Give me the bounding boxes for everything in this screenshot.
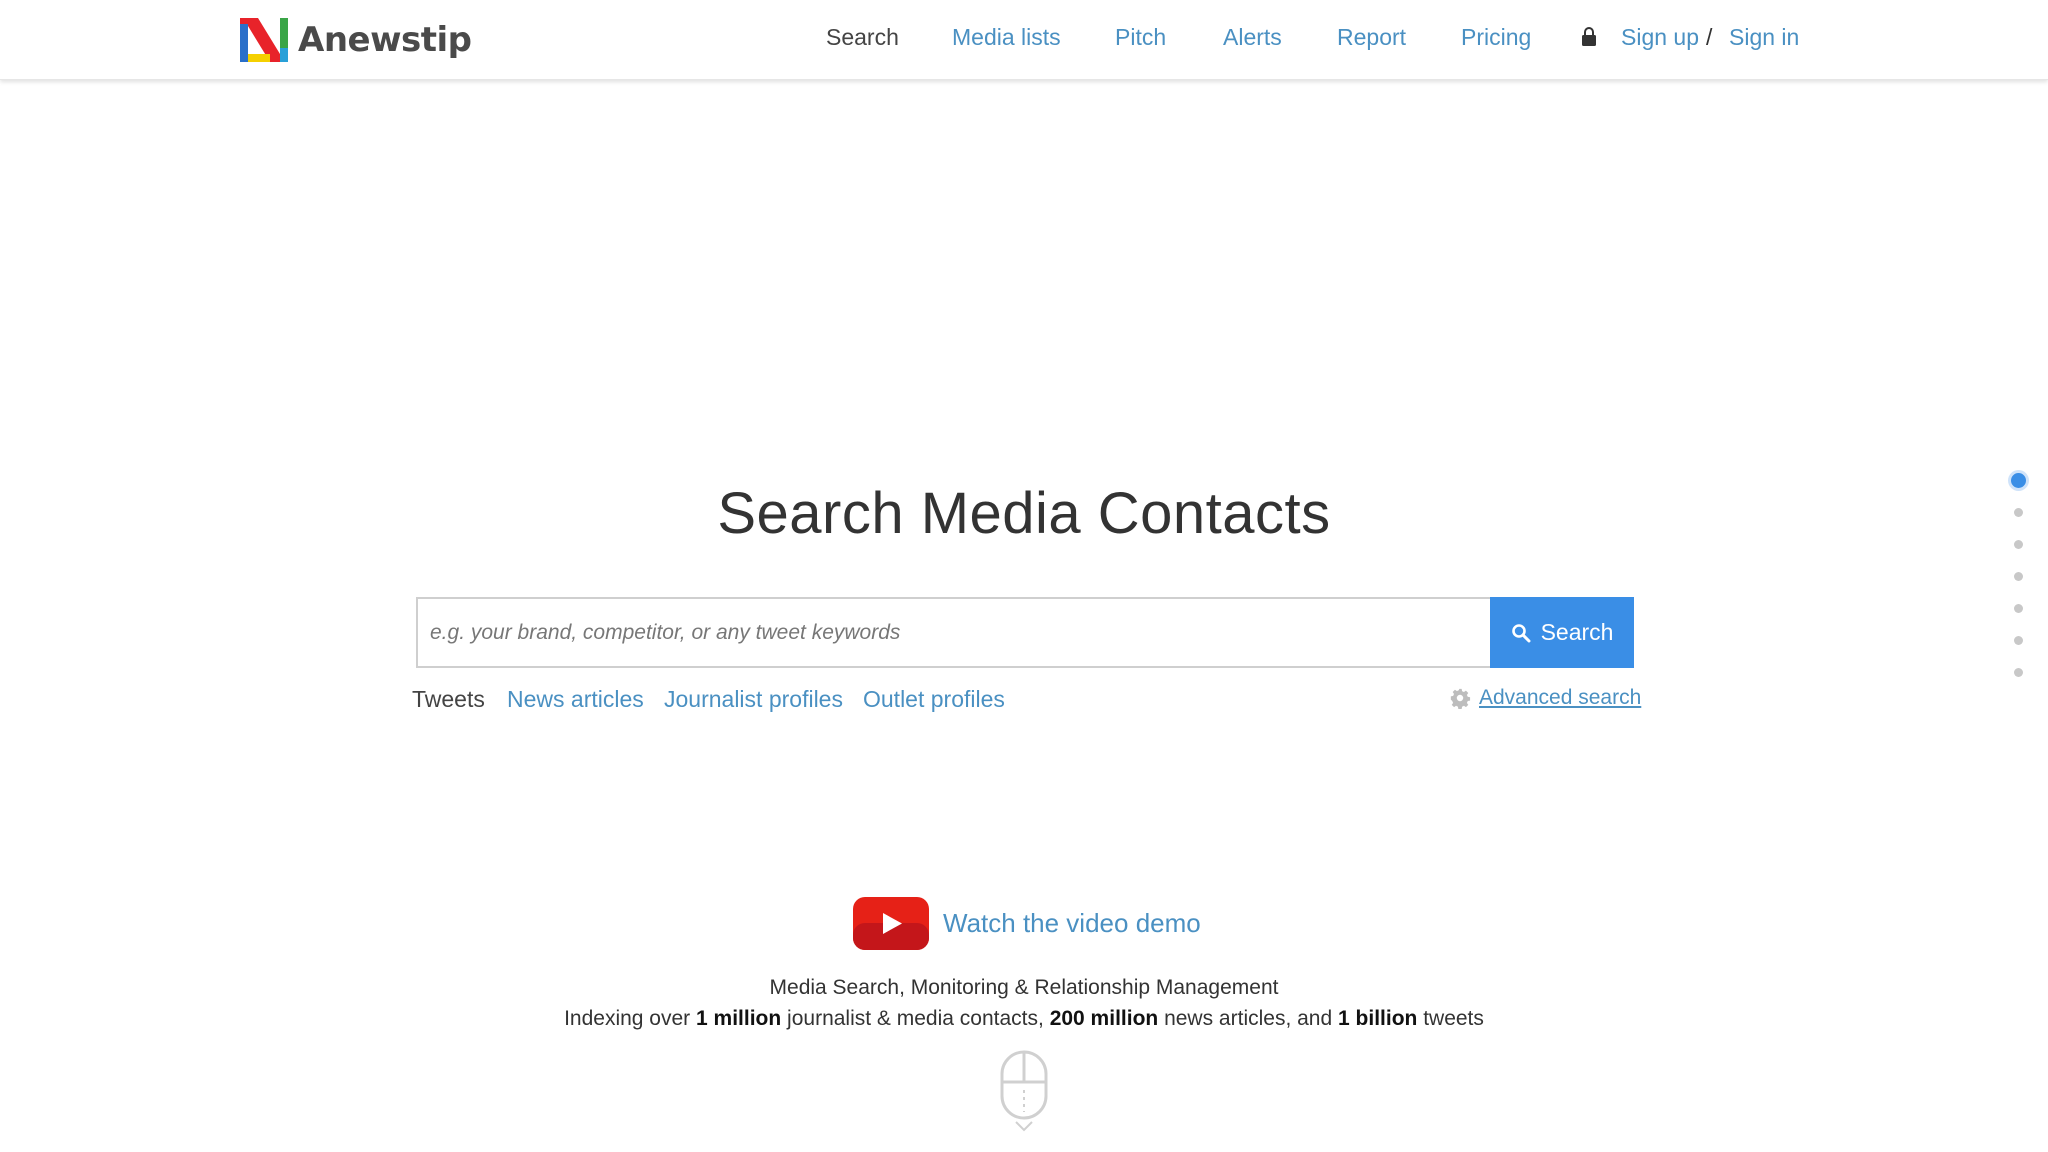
logo[interactable]: Anewstip xyxy=(238,14,472,66)
site-header: Anewstip Search Media lists Pitch Alerts… xyxy=(0,0,2048,80)
tagline: Media Search, Monitoring & Relationship … xyxy=(769,976,1279,999)
nav-search[interactable]: Search xyxy=(826,24,899,51)
stats-articles-label: news articles, and xyxy=(1164,1007,1333,1030)
sign-in-link[interactable]: Sign in xyxy=(1729,24,1799,51)
nav-pitch[interactable]: Pitch xyxy=(1115,24,1166,51)
advanced-search[interactable]: Advanced search xyxy=(1449,686,1641,710)
search-button-label: Search xyxy=(1540,619,1614,645)
stats-articles-count: 200 million xyxy=(1049,1007,1159,1030)
filter-tweets[interactable]: Tweets xyxy=(412,686,485,713)
section-dot-5[interactable] xyxy=(2014,604,2023,613)
section-dot-6[interactable] xyxy=(2014,636,2023,645)
stats-contacts-count: 1 million xyxy=(696,1007,782,1030)
brand-name: Anewstip xyxy=(298,20,472,60)
gear-icon xyxy=(1450,688,1471,709)
filter-journalist-profiles[interactable]: Journalist profiles xyxy=(664,686,843,713)
video-demo[interactable]: Watch the video demo xyxy=(853,897,1201,950)
advanced-search-link[interactable]: Advanced search xyxy=(1479,686,1641,710)
nav-alerts[interactable]: Alerts xyxy=(1223,24,1282,51)
nav-media-lists[interactable]: Media lists xyxy=(952,24,1061,51)
section-dot-7[interactable] xyxy=(2014,668,2023,677)
page-title: Search Media Contacts xyxy=(717,481,1331,546)
anewstip-logo-icon xyxy=(240,18,288,62)
stats-tweets-count: 1 billion xyxy=(1338,1007,1418,1030)
mouse-scroll-icon[interactable] xyxy=(1000,1050,1048,1132)
sign-up-link[interactable]: Sign up xyxy=(1621,24,1699,51)
search-input[interactable] xyxy=(416,597,1490,668)
nav-pricing[interactable]: Pricing xyxy=(1461,24,1531,51)
stats-tweets-label: tweets xyxy=(1423,1007,1484,1030)
filter-outlet-profiles[interactable]: Outlet profiles xyxy=(863,686,1005,713)
lock-icon xyxy=(1582,27,1596,46)
index-stats: Indexing over 1 million journalist & med… xyxy=(0,1007,2048,1031)
section-dot-4[interactable] xyxy=(2014,572,2023,581)
auth-separator: / xyxy=(1706,24,1713,50)
nav-report[interactable]: Report xyxy=(1337,24,1406,51)
filter-news-articles[interactable]: News articles xyxy=(507,686,644,713)
search-icon xyxy=(1511,623,1531,642)
search-button[interactable]: Search xyxy=(1490,597,1634,668)
stats-contacts-label: journalist & media contacts, xyxy=(787,1007,1044,1030)
stats-prefix: Indexing over xyxy=(564,1007,691,1030)
video-demo-link[interactable]: Watch the video demo xyxy=(943,908,1201,939)
youtube-play-icon xyxy=(853,897,929,950)
